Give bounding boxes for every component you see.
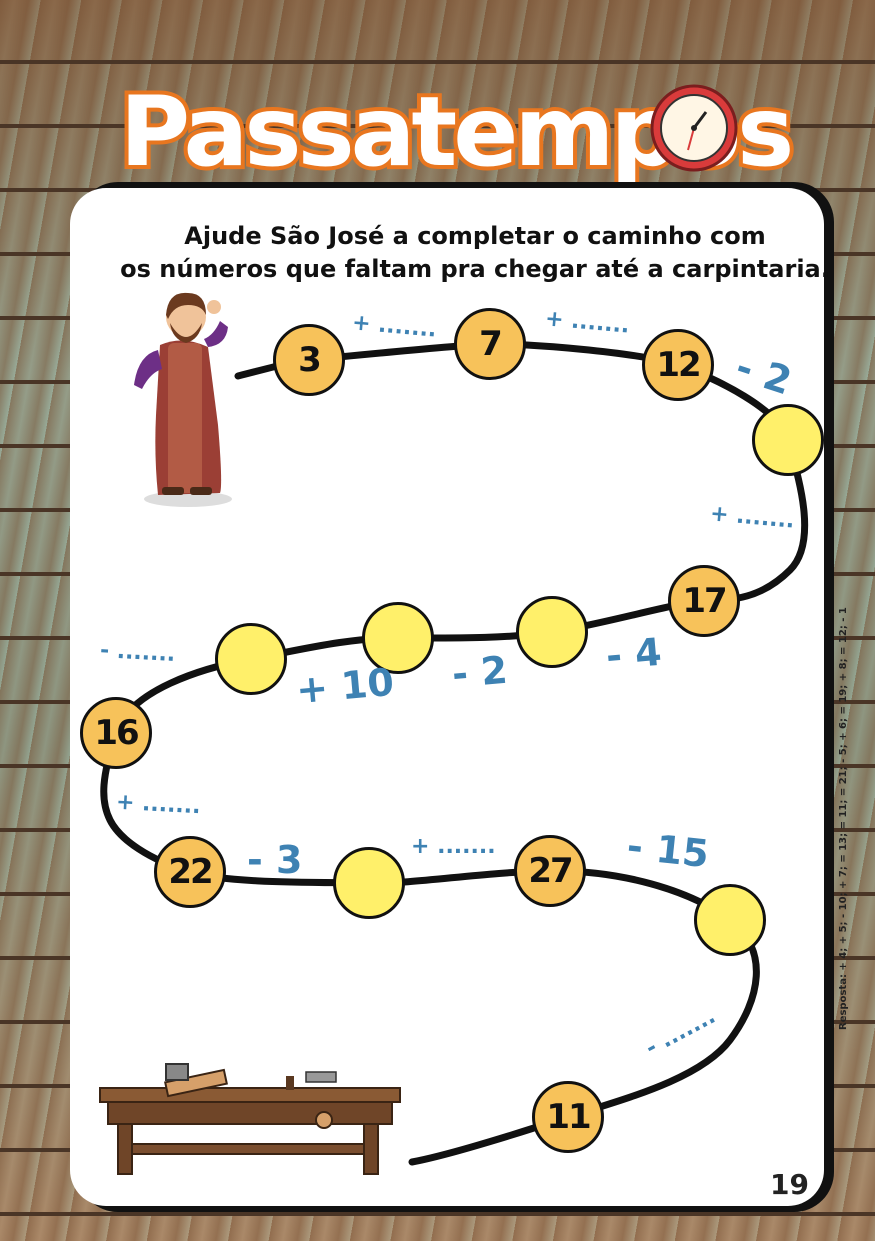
path-node: 11 <box>532 1081 604 1153</box>
page-number: 19 <box>770 1168 809 1201</box>
path-node-blank[interactable] <box>752 404 824 476</box>
operation-label: - ....... <box>99 638 176 667</box>
operation-label: - 2 <box>450 647 510 697</box>
path-node: 16 <box>80 697 152 769</box>
path-node: 17 <box>668 565 740 637</box>
path-node-blank[interactable] <box>694 884 766 956</box>
operation-label: - 3 <box>247 838 303 882</box>
operation-label: + 10 <box>294 659 396 713</box>
path-node: 7 <box>454 308 526 380</box>
operation-label: + ....... <box>411 834 496 859</box>
winding-path <box>100 340 809 1166</box>
operation-label: + ....... <box>115 789 202 820</box>
path-node: 12 <box>642 329 714 401</box>
carpentry-bench-illustration <box>99 1063 401 1175</box>
path-node-blank[interactable] <box>516 596 588 668</box>
path-node-blank[interactable] <box>333 847 405 919</box>
path-node: 22 <box>154 836 226 908</box>
path-node: 27 <box>514 835 586 907</box>
operation-label: - 4 <box>604 629 664 679</box>
operation-label: - 15 <box>624 823 711 877</box>
saint-joseph-illustration <box>134 292 232 507</box>
answer-key: Resposta: + 4; + 5; - 10; + 7; = 13; = 1… <box>838 607 849 1030</box>
path-node: 3 <box>273 324 345 396</box>
path-node-blank[interactable] <box>215 623 287 695</box>
